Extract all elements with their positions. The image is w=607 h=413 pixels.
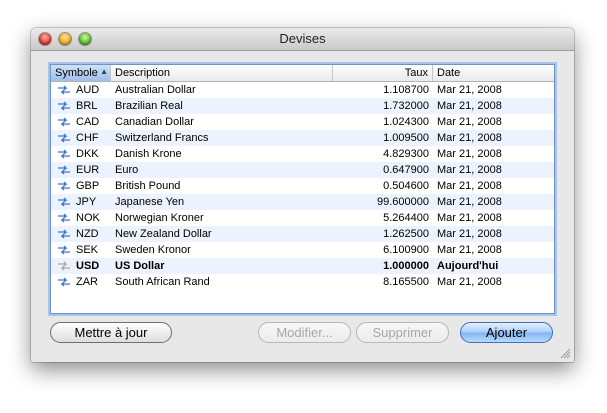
cell-description: Norwegian Kroner: [115, 212, 204, 224]
table-body: AUD Australian Dollar 1.108700 Mar 21, 2008…: [51, 82, 554, 290]
cell-description: Danish Krone: [115, 148, 182, 160]
table-header: Symbole ▲ Description Taux Date: [51, 65, 554, 82]
column-header-symbol-label: Symbole: [55, 67, 98, 79]
cell-description: South African Rand: [115, 276, 210, 288]
table-row[interactable]: AUD Australian Dollar 1.108700 Mar 21, 2008: [51, 82, 554, 98]
cell-rate: 99.600000: [377, 196, 429, 208]
exchange-arrows-icon: [57, 226, 71, 242]
table-row[interactable]: GBP British Pound 0.504600 Mar 21, 2008: [51, 178, 554, 194]
cell-rate: 1.108700: [383, 84, 429, 96]
currency-table[interactable]: Symbole ▲ Description Taux Date AUD Austr…: [50, 64, 555, 314]
table-row[interactable]: CHF Switzerland Francs 1.009500 Mar 21, 200…: [51, 130, 554, 146]
cell-rate: 1.009500: [383, 132, 429, 144]
cell-rate: 0.504600: [383, 180, 429, 192]
table-row[interactable]: BRL Brazilian Real 1.732000 Mar 21, 2008: [51, 98, 554, 114]
cell-rate: 1.732000: [383, 100, 429, 112]
cell-description: US Dollar: [115, 260, 165, 272]
cell-date: Mar 21, 2008: [437, 276, 502, 288]
cell-date: Mar 21, 2008: [437, 244, 502, 256]
table-row[interactable]: JPY Japanese Yen 99.600000 Mar 21, 2008: [51, 194, 554, 210]
cell-date: Mar 21, 2008: [437, 116, 502, 128]
table-row[interactable]: DKK Danish Krone 4.829300 Mar 21, 2008: [51, 146, 554, 162]
cell-symbol: USD: [76, 260, 100, 272]
cell-rate: 5.264400: [383, 212, 429, 224]
table-row[interactable]: CAD Canadian Dollar 1.024300 Mar 21, 2008: [51, 114, 554, 130]
cell-description: Canadian Dollar: [115, 116, 194, 128]
cell-symbol: NZD: [76, 228, 99, 240]
cell-symbol: EUR: [76, 164, 100, 176]
cell-symbol: BRL: [76, 100, 98, 112]
cell-symbol: CHF: [76, 132, 99, 144]
cell-symbol: JPY: [76, 196, 97, 208]
table-row[interactable]: USD US Dollar 1.000000 Aujourd'hui: [51, 258, 554, 274]
cell-date: Mar 21, 2008: [437, 212, 502, 224]
cell-date: Mar 21, 2008: [437, 180, 502, 192]
cell-rate: 1.024300: [383, 116, 429, 128]
cell-rate: 0.647900: [383, 164, 429, 176]
cell-date: Mar 21, 2008: [437, 100, 502, 112]
cell-symbol: DKK: [76, 148, 99, 160]
cell-description: Switzerland Francs: [115, 132, 209, 144]
table-row[interactable]: NOK Norwegian Kroner 5.264400 Mar 21, 2008: [51, 210, 554, 226]
cell-symbol: SEK: [76, 244, 99, 256]
cell-symbol: ZAR: [76, 276, 98, 288]
table-row[interactable]: EUR Euro 0.647900 Mar 21, 2008: [51, 162, 554, 178]
exchange-arrows-icon: [57, 114, 71, 130]
cell-description: Sweden Kronor: [115, 244, 191, 256]
currencies-window: Devises Symbole ▲ Description Taux Date …: [31, 28, 574, 362]
cell-symbol: NOK: [76, 212, 100, 224]
cell-description: Euro: [115, 164, 139, 176]
cell-rate: 6.100900: [383, 244, 429, 256]
update-button[interactable]: Mettre à jour: [50, 322, 172, 343]
edit-button[interactable]: Modifier...: [258, 322, 351, 343]
exchange-arrows-icon: [57, 98, 71, 114]
table-row[interactable]: ZAR South African Rand 8.165500 Mar 21, 200…: [51, 274, 554, 290]
cell-date: Mar 21, 2008: [437, 196, 502, 208]
column-header-description[interactable]: Description: [111, 65, 333, 81]
window-title: Devises: [279, 31, 326, 46]
cell-date: Aujourd'hui: [437, 260, 499, 272]
table-row[interactable]: SEK Sweden Kronor 6.100900 Mar 21, 2008: [51, 242, 554, 258]
exchange-arrows-icon: [57, 274, 71, 290]
cell-rate: 4.829300: [383, 148, 429, 160]
cell-symbol: GBP: [76, 180, 100, 192]
cell-description: Japanese Yen: [115, 196, 185, 208]
title-bar[interactable]: Devises: [31, 28, 574, 51]
cell-date: Mar 21, 2008: [437, 228, 502, 240]
sort-ascending-icon: ▲: [100, 67, 108, 76]
table-row[interactable]: NZD New Zealand Dollar 1.262500 Mar 21, 200…: [51, 226, 554, 242]
exchange-arrows-icon: [57, 82, 71, 98]
cell-date: Mar 21, 2008: [437, 148, 502, 160]
cell-rate: 1.000000: [383, 260, 429, 272]
exchange-arrows-icon: [57, 146, 71, 162]
cell-symbol: CAD: [76, 116, 100, 128]
cell-date: Mar 21, 2008: [437, 164, 502, 176]
cell-date: Mar 21, 2008: [437, 132, 502, 144]
cell-description: British Pound: [115, 180, 181, 192]
add-button[interactable]: Ajouter: [460, 322, 553, 343]
column-header-date[interactable]: Date: [433, 65, 554, 81]
exchange-arrows-icon: [57, 178, 71, 194]
delete-button[interactable]: Supprimer: [356, 322, 449, 343]
cell-symbol: AUD: [76, 84, 100, 96]
cell-description: New Zealand Dollar: [115, 228, 212, 240]
exchange-arrows-icon: [57, 258, 71, 274]
exchange-arrows-icon: [57, 210, 71, 226]
cell-date: Mar 21, 2008: [437, 84, 502, 96]
cell-rate: 8.165500: [383, 276, 429, 288]
exchange-arrows-icon: [57, 162, 71, 178]
exchange-arrows-icon: [57, 242, 71, 258]
column-header-rate[interactable]: Taux: [333, 65, 433, 81]
resize-grip-icon[interactable]: [560, 348, 571, 359]
column-header-symbol[interactable]: Symbole ▲: [51, 65, 111, 81]
exchange-arrows-icon: [57, 194, 71, 210]
cell-description: Australian Dollar: [115, 84, 196, 96]
cell-description: Brazilian Real: [115, 100, 183, 112]
exchange-arrows-icon: [57, 130, 71, 146]
cell-rate: 1.262500: [383, 228, 429, 240]
